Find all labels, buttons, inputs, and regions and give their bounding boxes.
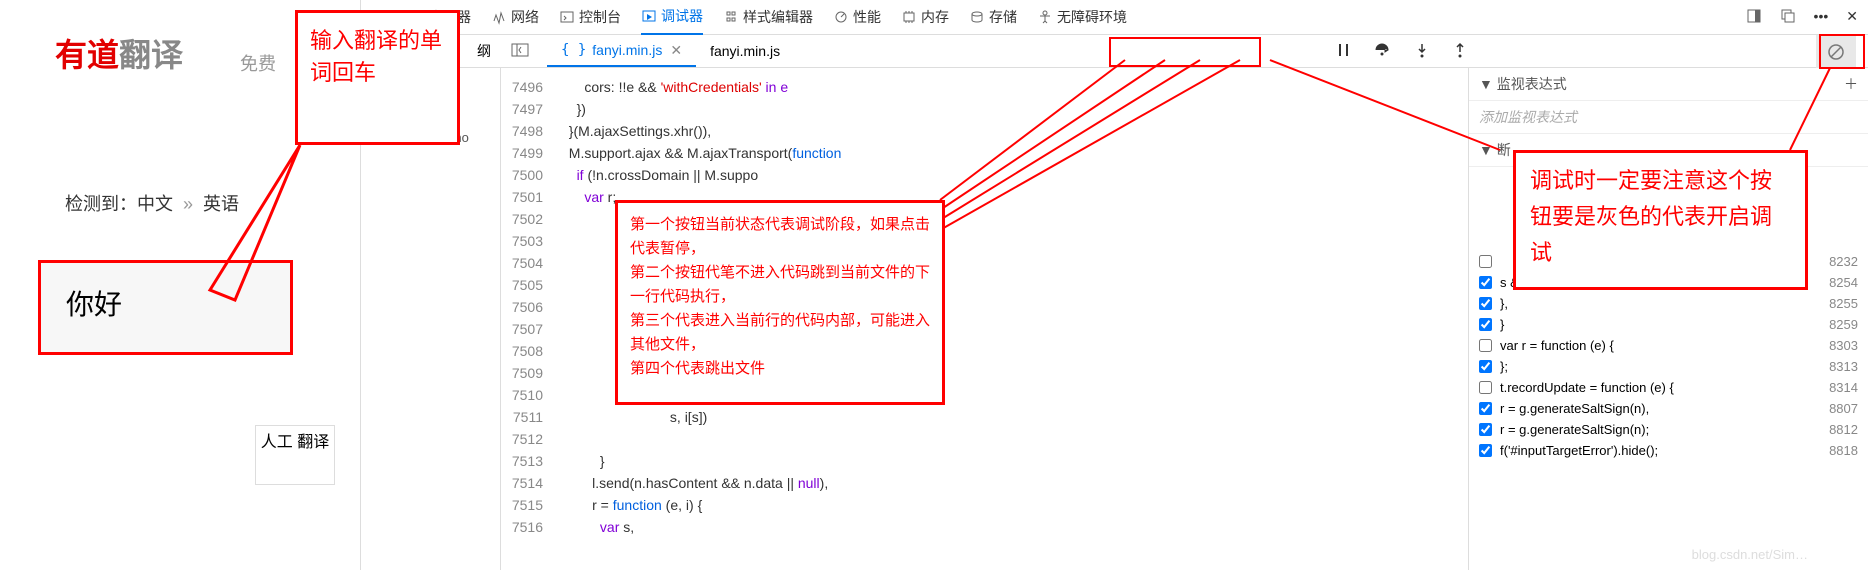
breakpoint-item[interactable]: f('#inputTargetError').hide();8818 xyxy=(1469,440,1868,461)
breakpoint-item[interactable]: };8313 xyxy=(1469,356,1868,377)
annotation-input: 输入翻译的单词回车 xyxy=(295,10,460,145)
lang-from: 中文 xyxy=(137,194,173,214)
disable-breakpoints-button[interactable] xyxy=(1816,35,1856,68)
file-tab-bar: 纲 { }fanyi.min.js✕fanyi.min.js xyxy=(361,35,1868,68)
watch-label: 监视表达式 xyxy=(1497,74,1567,94)
debug-controls xyxy=(1336,35,1468,68)
step-into-button[interactable] xyxy=(1414,42,1430,61)
breakpoint-checkbox[interactable] xyxy=(1479,276,1492,289)
site-logo: 有道翻译 xyxy=(55,30,183,76)
watch-section-header[interactable]: ▼ 监视表达式 ＋ xyxy=(1469,68,1868,101)
tab-styleeditor[interactable]: 样式编辑器 xyxy=(723,7,813,27)
breakpoint-item[interactable]: t.recordUpdate = function (e) {8314 xyxy=(1469,377,1868,398)
logo-red: 有道 xyxy=(55,37,119,73)
breakpoint-item[interactable]: }8259 xyxy=(1469,314,1868,335)
breakpoint-item[interactable]: },8255 xyxy=(1469,293,1868,314)
step-out-button[interactable] xyxy=(1452,42,1468,61)
annotation-gray-button: 调试时一定要注意这个按钮要是灰色的代表开启调试 xyxy=(1513,150,1808,290)
close-devtools-icon[interactable]: ✕ xyxy=(1846,8,1858,27)
breakpoint-checkbox[interactable] xyxy=(1479,423,1492,436)
breakpoint-checkbox[interactable] xyxy=(1479,339,1492,352)
file-tab[interactable]: { }fanyi.min.js✕ xyxy=(547,36,696,67)
breakpoint-checkbox[interactable] xyxy=(1479,297,1492,310)
breakpoint-checkbox[interactable] xyxy=(1479,444,1492,457)
expand-icon: ▼ xyxy=(1479,142,1493,158)
step-over-button[interactable] xyxy=(1374,42,1392,61)
watch-input[interactable]: 添加监视表达式 xyxy=(1469,101,1868,134)
dock-side-icon[interactable] xyxy=(1746,8,1762,27)
annotation-debug-buttons: 第一个按钮当前状态代表调试阶段，如果点击代表暂停， 第二个按钮代笔不进入代码跳到… xyxy=(615,200,945,405)
tab-network[interactable]: 网络 xyxy=(491,7,539,27)
breakpoint-checkbox[interactable] xyxy=(1479,360,1492,373)
annotation-tail-1 xyxy=(200,130,310,310)
devtools-tabs: 查看器 网络 控制台 调试器 样式编辑器 性能 内存 存储 无障碍环境 ••• … xyxy=(361,0,1868,35)
right-panel: ▼ 监视表达式 ＋ 添加监视表达式 ▼ 断 8232s && e.succ…82… xyxy=(1468,68,1868,570)
close-icon[interactable]: ✕ xyxy=(670,42,682,59)
tab-storage[interactable]: 存储 xyxy=(969,7,1017,27)
breakpoint-item[interactable]: r = g.generateSaltSign(n);8812 xyxy=(1469,419,1868,440)
breakpoint-item[interactable]: r = g.generateSaltSign(n),8807 xyxy=(1469,398,1868,419)
breakpoint-checkbox[interactable] xyxy=(1479,255,1492,268)
pause-button[interactable] xyxy=(1336,42,1352,61)
tab-debugger[interactable]: 调试器 xyxy=(641,0,703,35)
logo-gray: 翻译 xyxy=(119,37,183,73)
arrow-icon: » xyxy=(183,194,193,214)
breakpoint-checkbox[interactable] xyxy=(1479,318,1492,331)
breakpoint-checkbox[interactable] xyxy=(1479,381,1492,394)
file-tab[interactable]: fanyi.min.js xyxy=(696,37,794,65)
manual-translate-button[interactable]: 人工 翻译 xyxy=(255,425,335,485)
tab-accessibility[interactable]: 无障碍环境 xyxy=(1037,7,1127,27)
line-numbers: 7496749774987499750075017502750375047505… xyxy=(501,68,551,570)
sidebar-toggle-icon[interactable] xyxy=(511,43,529,60)
breakpoint-checkbox[interactable] xyxy=(1479,402,1492,415)
expand-icon: ▼ xyxy=(1479,76,1493,92)
tab-performance[interactable]: 性能 xyxy=(833,7,881,27)
tab-memory[interactable]: 内存 xyxy=(901,7,949,27)
site-subtitle: 免费 xyxy=(240,50,276,76)
add-watch-icon[interactable]: ＋ xyxy=(1844,74,1858,94)
breakpoint-item[interactable]: var r = function (e) {8303 xyxy=(1469,335,1868,356)
dock-window-icon[interactable] xyxy=(1780,8,1796,27)
watermark: blog.csdn.net/Sim… xyxy=(1692,547,1808,562)
bp-label: 断 xyxy=(1497,140,1511,160)
detect-prefix: 检测到： xyxy=(65,194,137,214)
tab-console[interactable]: 控制台 xyxy=(559,7,621,27)
more-icon[interactable]: ••• xyxy=(1814,8,1829,27)
